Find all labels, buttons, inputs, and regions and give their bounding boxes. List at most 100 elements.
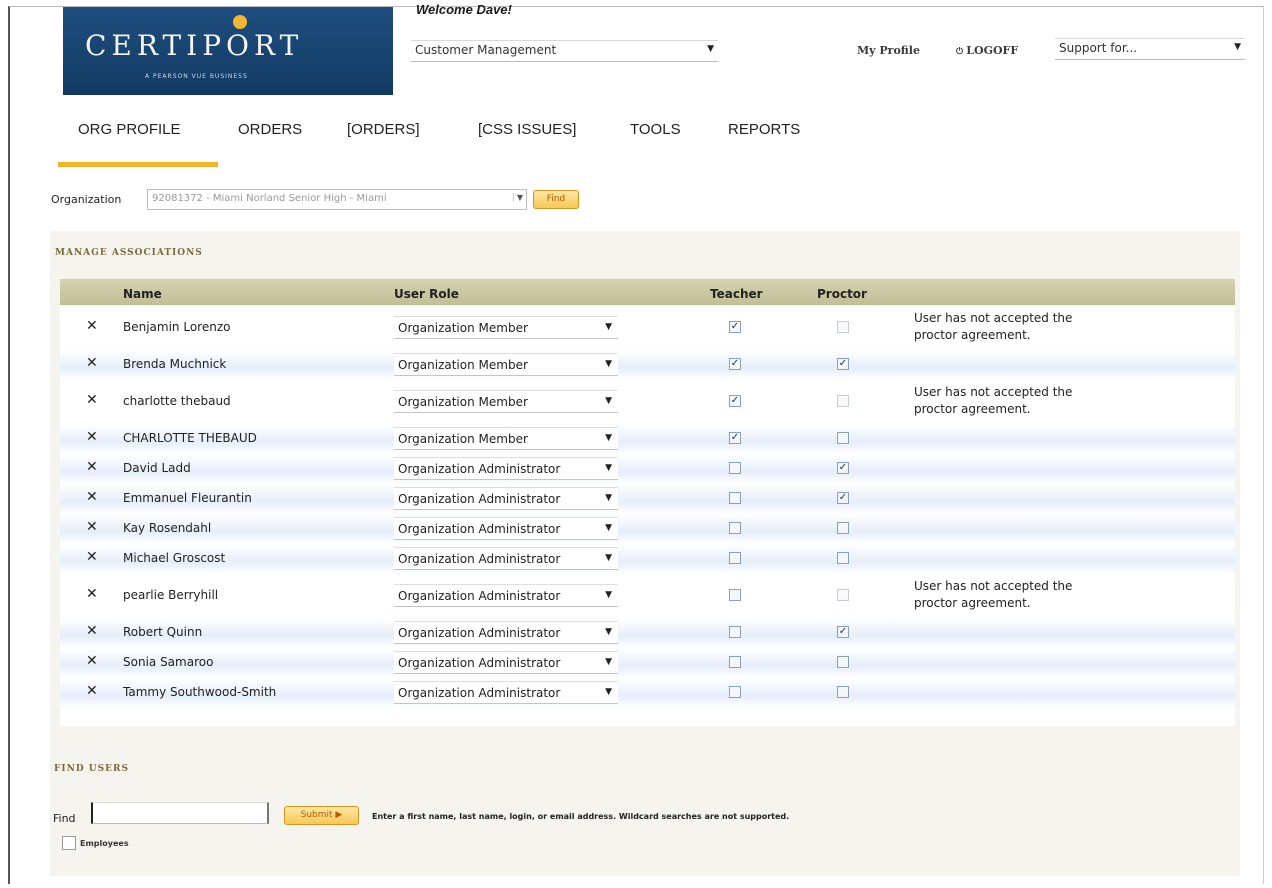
tab-css-issues[interactable]: [CSS ISSUES] xyxy=(478,121,576,138)
employees-checkbox[interactable] xyxy=(62,836,76,850)
user-role-select[interactable]: Organization Administrator ▼ xyxy=(394,457,618,480)
user-role-select[interactable]: Organization Member ▼ xyxy=(394,390,618,413)
teacher-checkbox[interactable] xyxy=(729,492,741,504)
support-select[interactable]: Support for... ▼ xyxy=(1055,38,1245,60)
column-user-role: User Role xyxy=(394,287,459,301)
submit-button[interactable]: Submit ▶ xyxy=(284,806,359,825)
user-role-select[interactable]: Organization Administrator ▼ xyxy=(394,651,618,674)
teacher-checkbox[interactable] xyxy=(729,589,741,601)
organization-select[interactable]: 92081372 - Miami Norland Senior High - M… xyxy=(147,189,527,210)
proctor-checkbox[interactable] xyxy=(837,432,849,444)
user-role-value: Organization Administrator xyxy=(398,492,561,506)
remove-icon[interactable]: ✕ xyxy=(86,549,98,565)
teacher-checkbox[interactable]: ✓ xyxy=(729,358,741,370)
table-row: ✕ Robert Quinn Organization Administrator ▼… xyxy=(60,618,1235,648)
remove-icon[interactable]: ✕ xyxy=(86,459,98,475)
user-role-select[interactable]: Organization Administrator ▼ xyxy=(394,517,618,540)
proctor-checkbox[interactable]: ✓ xyxy=(837,626,849,638)
certiport-logo[interactable]: CERTIPORT A PEARSON VUE BUSINESS xyxy=(63,7,393,95)
table-row: ✕ David Ladd Organization Administrator ▼ ✓ xyxy=(60,454,1235,484)
tab-reports[interactable]: REPORTS xyxy=(728,121,800,138)
chevron-down-icon: ▼ xyxy=(605,590,612,600)
remove-icon[interactable]: ✕ xyxy=(86,318,98,334)
user-role-select[interactable]: Organization Member ▼ xyxy=(394,316,618,339)
user-name: Benjamin Lorenzo xyxy=(123,320,231,334)
proctor-agreement-note: User has not accepted the proctor agreeme… xyxy=(914,578,1072,612)
teacher-checkbox[interactable] xyxy=(729,656,741,668)
remove-icon[interactable]: ✕ xyxy=(86,586,98,602)
user-role-select[interactable]: Organization Administrator ▼ xyxy=(394,681,618,704)
teacher-checkbox[interactable]: ✓ xyxy=(729,432,741,444)
app-select[interactable]: Customer Management ▼ xyxy=(411,40,718,62)
teacher-checkbox[interactable] xyxy=(729,626,741,638)
table-row: ✕ Benjamin Lorenzo Organization Member ▼ ✓ Us… xyxy=(60,306,1235,350)
column-name: Name xyxy=(123,287,162,301)
user-role-value: Organization Administrator xyxy=(398,462,561,476)
remove-icon[interactable]: ✕ xyxy=(86,489,98,505)
table-row: ✕ Michael Groscost Organization Administra… xyxy=(60,544,1235,574)
note-line: User has not accepted the xyxy=(914,385,1073,399)
user-role-select[interactable]: Organization Administrator ▼ xyxy=(394,584,618,607)
remove-icon[interactable]: ✕ xyxy=(86,623,98,639)
teacher-checkbox[interactable] xyxy=(729,686,741,698)
tab-tools[interactable]: TOOLS xyxy=(630,121,681,138)
remove-icon[interactable]: ✕ xyxy=(86,519,98,535)
table-row: ✕ pearlie Berryhill Organization Administr… xyxy=(60,574,1235,618)
proctor-checkbox[interactable] xyxy=(837,656,849,668)
user-role-select[interactable]: Organization Administrator ▼ xyxy=(394,487,618,510)
user-role-value: Organization Administrator xyxy=(398,656,561,670)
manage-associations-title: MANAGE ASSOCIATIONS xyxy=(55,248,203,258)
proctor-checkbox[interactable]: ✓ xyxy=(837,462,849,474)
table-row: ✕ Emmanuel Fleurantin Organization Adminis… xyxy=(60,484,1235,514)
note-line: proctor agreement. xyxy=(914,596,1031,610)
associations-table-body: ✕ Benjamin Lorenzo Organization Member ▼ ✓ Us… xyxy=(60,306,1235,726)
proctor-checkbox[interactable] xyxy=(837,522,849,534)
logoff-link[interactable]: ⏻ LOGOFF xyxy=(956,44,1018,57)
remove-icon[interactable]: ✕ xyxy=(86,429,98,445)
user-role-select[interactable]: Organization Administrator ▼ xyxy=(394,621,618,644)
table-row: ✕ CHARLOTTE THEBAUD Organization Member ▼ ✓ xyxy=(60,424,1235,454)
teacher-checkbox[interactable] xyxy=(729,462,741,474)
user-name: Michael Groscost xyxy=(123,551,226,565)
teacher-checkbox[interactable] xyxy=(729,552,741,564)
proctor-checkbox[interactable] xyxy=(837,686,849,698)
user-role-value: Organization Administrator xyxy=(398,522,561,536)
find-organization-button[interactable]: Find xyxy=(533,190,579,209)
user-role-select[interactable]: Organization Member ▼ xyxy=(394,427,618,450)
proctor-checkbox[interactable]: ✓ xyxy=(837,358,849,370)
my-profile-link[interactable]: My Profile xyxy=(857,44,920,57)
column-proctor: Proctor xyxy=(817,287,867,301)
associations-table-header: Name User Role Teacher Proctor xyxy=(60,279,1235,305)
find-users-input[interactable] xyxy=(91,802,269,824)
remove-icon[interactable]: ✕ xyxy=(86,392,98,408)
organization-label: Organization xyxy=(51,193,122,206)
user-name: CHARLOTTE THEBAUD xyxy=(123,431,257,445)
proctor-checkbox[interactable] xyxy=(837,552,849,564)
table-row: ✕ Kay Rosendahl Organization Administrator… xyxy=(60,514,1235,544)
remove-icon[interactable]: ✕ xyxy=(86,653,98,669)
chevron-down-icon: ▼ xyxy=(707,44,714,54)
user-name: David Ladd xyxy=(123,461,191,475)
table-row: ✕ Brenda Muchnick Organization Member ▼ ✓ ✓ xyxy=(60,350,1235,380)
chevron-down-icon: ▼ xyxy=(605,322,612,332)
find-help-text: Enter a first name, last name, login, or… xyxy=(372,812,790,821)
logo-text: CERTIPORT xyxy=(85,29,304,62)
user-name: Brenda Muchnick xyxy=(123,357,227,371)
user-role-select[interactable]: Organization Member ▼ xyxy=(394,353,618,376)
teacher-checkbox[interactable] xyxy=(729,522,741,534)
tab-org-profile[interactable]: ORG PROFILE xyxy=(78,121,181,138)
proctor-checkbox[interactable]: ✓ xyxy=(837,492,849,504)
teacher-checkbox[interactable]: ✓ xyxy=(729,395,741,407)
user-role-select[interactable]: Organization Administrator ▼ xyxy=(394,547,618,570)
remove-icon[interactable]: ✕ xyxy=(86,355,98,371)
user-role-value: Organization Administrator xyxy=(398,686,561,700)
tab-orders[interactable]: ORDERS xyxy=(238,121,302,138)
logo-subtitle: A PEARSON VUE BUSINESS xyxy=(145,73,248,80)
column-teacher: Teacher xyxy=(710,287,763,301)
teacher-checkbox[interactable]: ✓ xyxy=(729,321,741,333)
tab-orders-bracketed[interactable]: [ORDERS] xyxy=(347,121,420,138)
app-select-value: Customer Management xyxy=(415,43,557,57)
power-icon: ⏻ xyxy=(956,47,967,57)
remove-icon[interactable]: ✕ xyxy=(86,683,98,699)
chevron-down-icon: ▼ xyxy=(605,463,612,473)
